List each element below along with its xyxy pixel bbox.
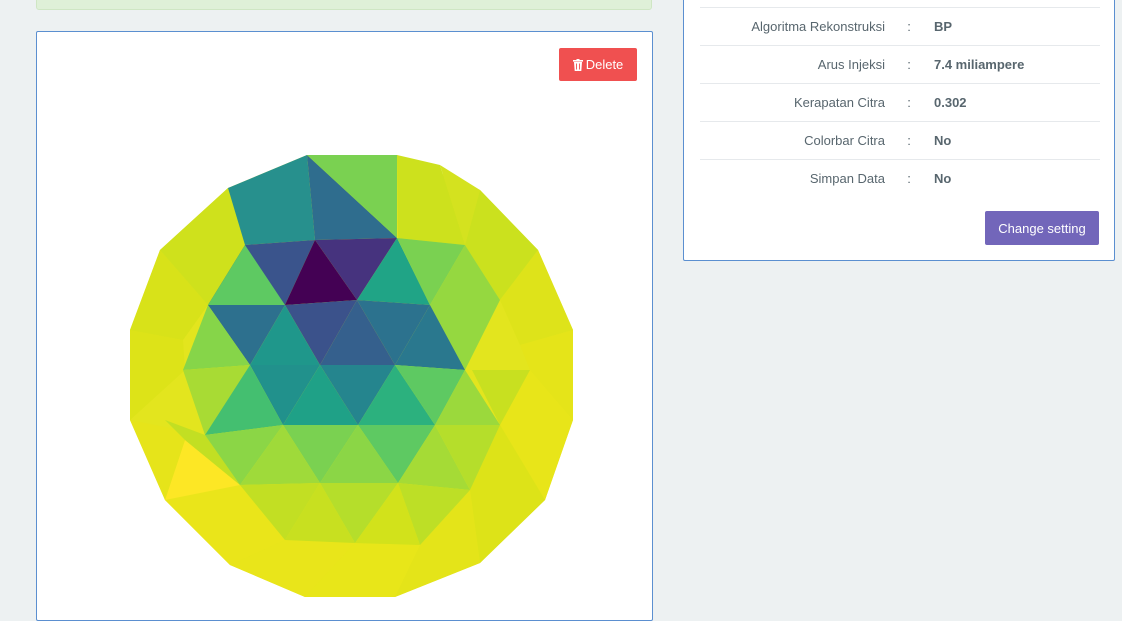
settings-row-algoritma: Algoritma Rekonstruksi : BP (700, 7, 1100, 45)
settings-row-simpan: Simpan Data : No (700, 159, 1100, 197)
settings-panel: Algoritma Rekonstruksi : BP Arus Injeksi… (683, 0, 1115, 261)
setting-value: BP (934, 19, 953, 34)
setting-value: 0.302 (934, 95, 967, 110)
setting-separator: : (907, 19, 911, 34)
setting-label: Kerapatan Citra (793, 95, 885, 110)
success-alert (36, 0, 652, 10)
setting-label: Simpan Data (809, 171, 885, 186)
change-setting-button[interactable]: Change setting (985, 211, 1099, 245)
setting-separator: : (907, 95, 911, 110)
setting-separator: : (907, 57, 911, 72)
eit-reconstruction-image (130, 155, 573, 597)
reconstruction-image-panel: Delete (36, 31, 653, 621)
setting-value: No (934, 171, 952, 186)
setting-label: Colorbar Citra (804, 133, 885, 148)
setting-value: No (934, 133, 952, 148)
setting-label: Arus Injeksi (817, 57, 885, 72)
setting-label: Algoritma Rekonstruksi (751, 19, 885, 34)
settings-row-arus: Arus Injeksi : 7.4 miliampere (700, 45, 1100, 83)
settings-row-kerapatan: Kerapatan Citra : 0.302 (700, 83, 1100, 121)
settings-row-colorbar: Colorbar Citra : No (700, 121, 1100, 159)
setting-separator: : (907, 171, 911, 186)
setting-value: 7.4 miliampere (934, 57, 1025, 72)
setting-separator: : (907, 133, 911, 148)
settings-table: Algoritma Rekonstruksi : BP Arus Injeksi… (700, 7, 1100, 197)
